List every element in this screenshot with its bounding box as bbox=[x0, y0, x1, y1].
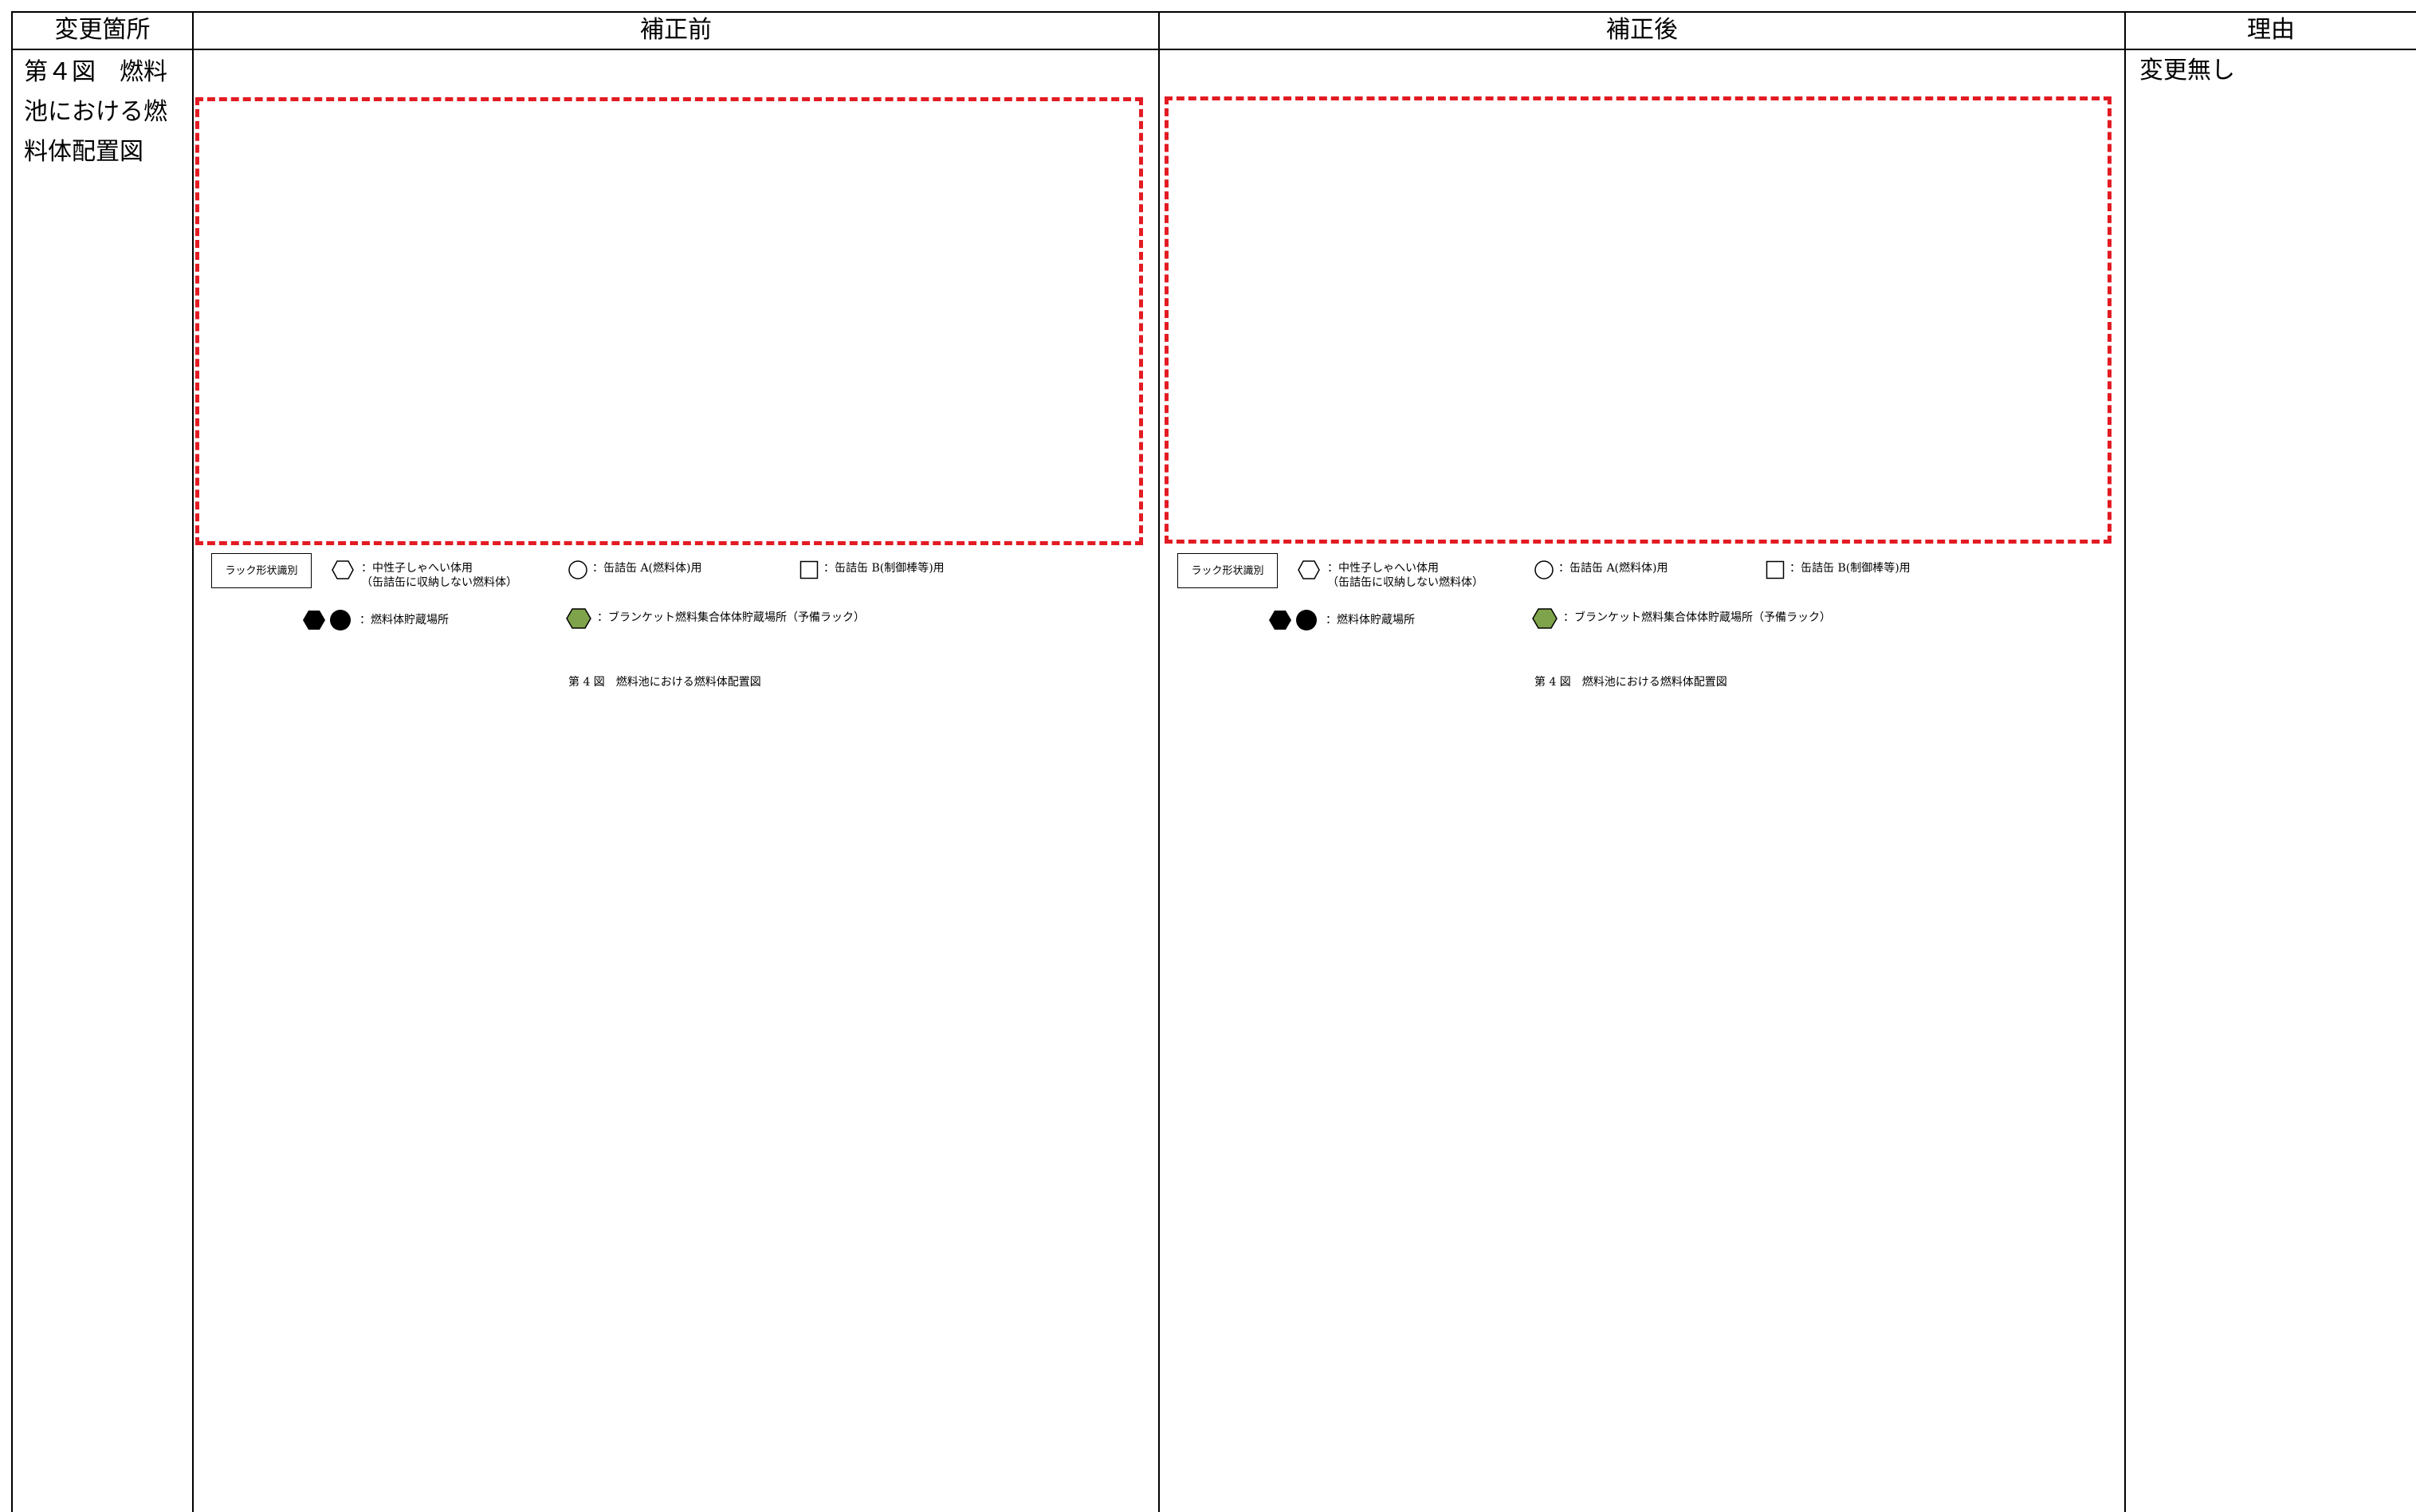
square-outline-icon bbox=[1766, 560, 1785, 579]
header-location: 変更箇所 bbox=[54, 16, 151, 44]
can-a-legend: ：缶詰缶 A(燃料体)用 bbox=[1558, 562, 1668, 575]
hexagon-filled-icon bbox=[303, 611, 325, 630]
neutron-shield-legend: ：中性子しゃへい体用 （缶詰缶に収納しない燃料体） bbox=[1327, 561, 1483, 590]
fuel-storage-legend: ：燃料体貯蔵場所 bbox=[1326, 614, 1415, 626]
neutron-shield-legend: ：中性子しゃへい体用 （缶詰缶に収納しない燃料体） bbox=[361, 561, 517, 590]
rack-shape-label: ラック形状識別 bbox=[1177, 553, 1278, 588]
header-after: 補正後 bbox=[1606, 16, 1678, 44]
circle-outline-icon bbox=[1534, 560, 1554, 579]
figure-caption: 第 4 図 燃料池における燃料体配置図 bbox=[1534, 676, 1727, 689]
can-b-legend: ：缶詰缶 B(制御棒等)用 bbox=[823, 562, 945, 575]
hexagon-green-icon bbox=[566, 608, 591, 629]
before-panel: ラック形状識別 ：中性子しゃへい体用 （缶詰缶に収納しない燃料体） ：缶詰缶 A… bbox=[194, 49, 1158, 1512]
can-a-legend: ：缶詰缶 A(燃料体)用 bbox=[592, 562, 702, 575]
hexagon-outline-icon bbox=[1298, 560, 1320, 579]
square-outline-icon bbox=[799, 560, 819, 579]
neutron-shield-line2: （缶詰缶に収納しない燃料体） bbox=[361, 576, 517, 589]
hexagon-filled-icon bbox=[1269, 611, 1291, 630]
neutron-shield-line1: ：中性子しゃへい体用 bbox=[361, 562, 473, 575]
blanket-storage-legend: ：ブランケット燃料集合体体貯蔵場所（予備ラック） bbox=[597, 611, 865, 624]
change-location-text: 第４図 燃料池における燃料体配置図 bbox=[24, 58, 167, 166]
figure-caption: 第 4 図 燃料池における燃料体配置図 bbox=[568, 676, 761, 689]
hexagon-outline-icon bbox=[332, 560, 354, 579]
rack-shape-label: ラック形状識別 bbox=[211, 553, 312, 588]
after-panel: ラック形状識別 ：中性子しゃへい体用 （缶詰缶に収納しない燃料体） ：缶詰缶 A… bbox=[1160, 49, 2124, 1512]
header-before: 補正前 bbox=[640, 16, 712, 44]
neutron-shield-line1: ：中性子しゃへい体用 bbox=[1327, 562, 1439, 575]
circle-filled-icon bbox=[330, 610, 351, 630]
header-reason: 理由 bbox=[2247, 16, 2295, 44]
circle-filled-icon bbox=[1296, 610, 1317, 630]
neutron-shield-line2: （缶詰缶に収納しない燃料体） bbox=[1327, 576, 1483, 589]
table-left-border bbox=[11, 11, 13, 1512]
column-divider-3 bbox=[2124, 11, 2126, 1512]
fuel-storage-legend: ：燃料体貯蔵場所 bbox=[359, 614, 449, 626]
hexagon-green-icon bbox=[1532, 608, 1558, 629]
circle-outline-icon bbox=[568, 560, 587, 579]
can-b-legend: ：缶詰缶 B(制御棒等)用 bbox=[1789, 562, 1911, 575]
blanket-storage-legend: ：ブランケット燃料集合体体貯蔵場所（予備ラック） bbox=[1563, 611, 1831, 624]
highlight-dashed-box bbox=[195, 97, 1143, 545]
highlight-dashed-box bbox=[1165, 96, 2112, 544]
reason-text: 変更無し bbox=[2139, 57, 2235, 84]
